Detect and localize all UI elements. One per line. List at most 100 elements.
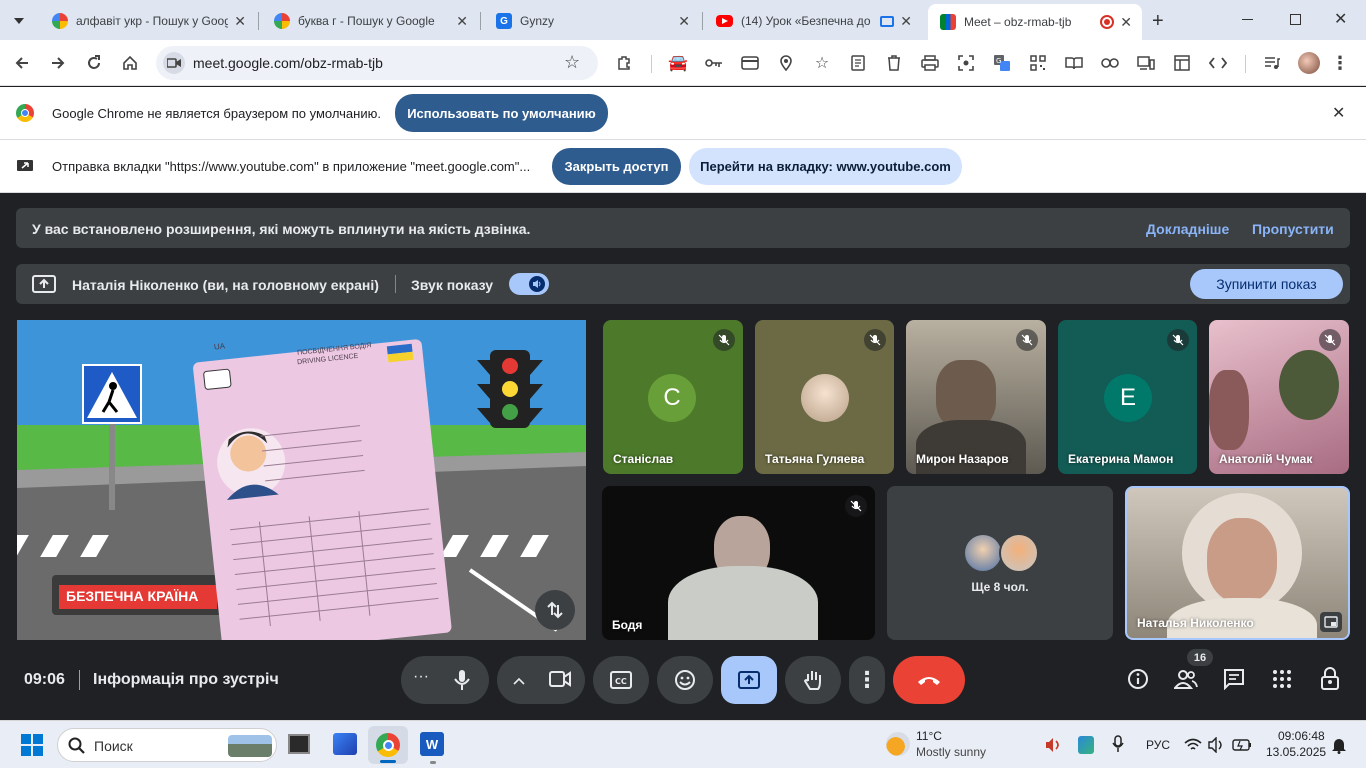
task-view-icon[interactable] [288, 734, 310, 754]
swap-layout-icon[interactable] [535, 590, 575, 630]
participant-tile-self[interactable]: Наталья Николенко [1125, 486, 1350, 640]
participant-tile-myron[interactable]: Мирон Назаров [906, 320, 1046, 474]
tab-letter-search[interactable]: буква г - Пошук у Google ✕ [262, 6, 478, 36]
notification-bell-icon[interactable] [1331, 736, 1347, 759]
emoji-icon [675, 670, 695, 690]
picture-in-picture-icon[interactable] [1320, 612, 1342, 632]
tab-close-icon[interactable]: ✕ [678, 13, 690, 30]
microphone-tray-icon[interactable] [1112, 735, 1124, 758]
tab-gynzy[interactable]: G Gynzy ✕ [484, 6, 700, 36]
participant-tile-kateryna[interactable]: Е Екатерина Мамон [1058, 320, 1197, 474]
site-info-icon[interactable] [163, 52, 185, 74]
reading-list-icon[interactable] [846, 51, 870, 75]
go-to-tab-button[interactable]: Перейти на вкладку: www.youtube.com [689, 148, 962, 185]
url-text[interactable]: meet.google.com/obz-rmab-tjb [193, 55, 383, 71]
stop-presenting-button[interactable]: Зупинити показ [1190, 269, 1343, 299]
participant-tile-anatoliy[interactable]: Анатолій Чумак [1209, 320, 1349, 474]
security-shield-icon[interactable] [1078, 736, 1094, 754]
minimize-icon[interactable] [1242, 19, 1253, 20]
licence-country-code: UA [213, 341, 226, 352]
link-icon[interactable] [1098, 51, 1122, 75]
tab-close-icon[interactable]: ✕ [900, 13, 912, 30]
leave-call-button[interactable] [893, 656, 965, 704]
reload-icon[interactable] [82, 51, 106, 75]
participant-tile-bodya[interactable]: Бодя [602, 486, 875, 640]
tab-alphabet-search[interactable]: алфавіт укр - Пошук у Google ✕ [40, 6, 256, 36]
word-icon[interactable]: W [420, 732, 444, 756]
google-icon [274, 13, 290, 29]
people-button[interactable] [1170, 663, 1202, 695]
password-key-icon[interactable] [702, 51, 726, 75]
location-pin-icon[interactable] [774, 51, 798, 75]
weather-temperature: 11°C [916, 729, 942, 743]
speaker-tray-icon[interactable] [1208, 736, 1226, 758]
address-bar[interactable]: meet.google.com/obz-rmab-tjb ☆ [156, 46, 598, 80]
wifi-icon[interactable] [1184, 738, 1202, 757]
weather-sunny-icon[interactable] [886, 732, 910, 756]
avatar: Е [1104, 374, 1152, 422]
car-icon[interactable]: 🚘 [666, 51, 690, 75]
cast-devices-icon[interactable] [1134, 51, 1158, 75]
audio-settings-more-icon[interactable]: ··· [413, 668, 429, 686]
trash-icon[interactable] [882, 51, 906, 75]
new-tab-plus-icon[interactable]: + [1152, 10, 1164, 33]
set-default-button[interactable]: Использовать по умолчанию [395, 94, 608, 132]
stop-sharing-button[interactable]: Закрыть доступ [552, 148, 681, 185]
extensions-puzzle-icon[interactable] [612, 51, 636, 75]
tab-youtube[interactable]: (14) Урок «Безпечна до ✕ [704, 6, 922, 36]
screenshot-icon[interactable] [954, 51, 978, 75]
participant-tile-tatyana[interactable]: Татьяна Гуляева [755, 320, 894, 474]
bookmarks-star-icon[interactable]: ☆ [810, 51, 834, 75]
tab-close-icon[interactable]: ✕ [234, 13, 246, 30]
more-participants-tile[interactable]: Ще 8 чол. [887, 486, 1113, 640]
captions-button[interactable]: CC [593, 656, 649, 704]
tab-title: алфавіт укр - Пошук у Google [76, 14, 229, 28]
qr-code-icon[interactable] [1026, 51, 1050, 75]
more-options-button[interactable]: ⋮ [849, 656, 885, 704]
more-menu-icon[interactable]: ⋮ [1328, 51, 1352, 75]
participant-name: Мирон Назаров [916, 452, 1009, 466]
home-icon[interactable] [118, 51, 142, 75]
tab-close-icon[interactable]: ✕ [1120, 14, 1132, 31]
chat-button[interactable] [1218, 663, 1250, 695]
reading-mode-icon[interactable] [1062, 51, 1086, 75]
learn-more-link[interactable]: Докладніше [1146, 221, 1229, 237]
avatar [801, 374, 849, 422]
meeting-details-button[interactable] [1122, 663, 1154, 695]
close-window-icon[interactable]: ✕ [1334, 9, 1347, 29]
microsoft-store-icon[interactable] [333, 733, 357, 755]
camera-icon[interactable] [549, 670, 571, 693]
windows-start-icon[interactable] [21, 734, 43, 756]
battery-icon[interactable] [1232, 738, 1252, 756]
bookmark-star-icon[interactable]: ☆ [564, 52, 580, 73]
video-settings-chevron-icon[interactable] [513, 672, 525, 690]
translate-icon[interactable]: G [990, 51, 1014, 75]
payment-card-icon[interactable] [738, 51, 762, 75]
table-view-icon[interactable] [1170, 51, 1194, 75]
input-language[interactable]: РУС [1146, 738, 1170, 752]
meeting-info-label[interactable]: Інформація про зустріч [93, 671, 279, 689]
participant-tile-stanislav[interactable]: С Станіслав [603, 320, 743, 474]
volume-muted-icon[interactable] [1045, 737, 1063, 758]
print-icon[interactable] [918, 51, 942, 75]
host-controls-button[interactable] [1314, 663, 1346, 695]
restore-icon[interactable] [1290, 14, 1301, 25]
tab-close-icon[interactable]: ✕ [456, 13, 468, 30]
raise-hand-button[interactable] [785, 656, 841, 704]
taskbar-chrome-button[interactable] [368, 726, 408, 764]
forward-arrow-icon[interactable] [46, 51, 70, 75]
microphone-icon[interactable] [453, 669, 471, 696]
tab-meet[interactable]: Meet – obz-rmab-tjb ✕ [928, 4, 1142, 40]
back-arrow-icon[interactable] [10, 51, 34, 75]
infobar-close-icon[interactable]: ✕ [1332, 103, 1345, 123]
profile-avatar[interactable] [1298, 52, 1320, 74]
code-brackets-icon[interactable] [1206, 51, 1230, 75]
reactions-button[interactable] [657, 656, 713, 704]
presentation-sound-toggle[interactable] [509, 273, 549, 295]
skip-link[interactable]: Пропустити [1252, 221, 1334, 237]
media-control-icon[interactable] [1260, 51, 1284, 75]
present-now-button[interactable] [721, 656, 777, 704]
activities-button[interactable] [1266, 663, 1298, 695]
tab-search-chevron-icon[interactable] [10, 12, 28, 30]
taskbar-search-box[interactable]: Поиск [57, 728, 277, 762]
